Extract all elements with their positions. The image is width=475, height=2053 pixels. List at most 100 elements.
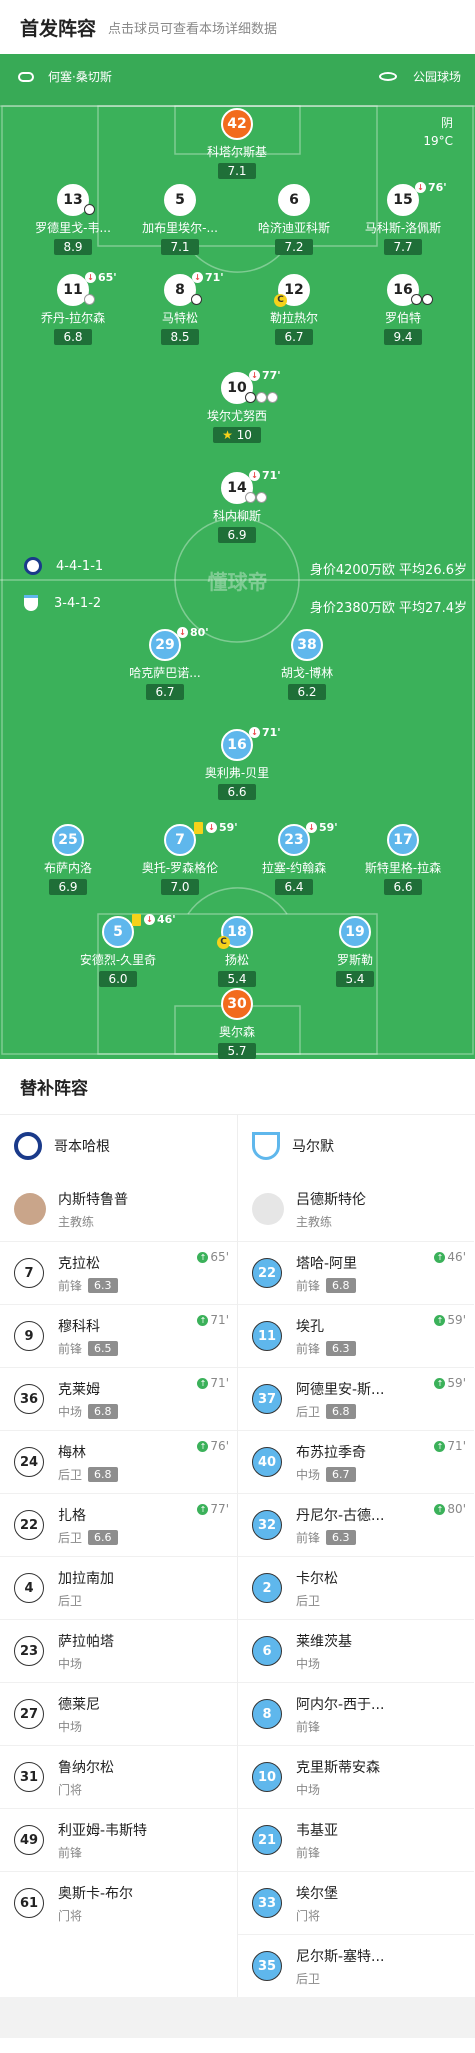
sub-on-badge: ↑ 59' [434, 1313, 466, 1327]
home-player[interactable]: 5 加布里埃尔-... 7.1 [118, 184, 242, 255]
coach-role: 主教练 [296, 1214, 333, 1229]
home-player[interactable]: 14 ↓ 71' 科内柳斯 6.9 [175, 469, 299, 543]
away-team-stats: 身价2380万欧 平均27.4岁 [309, 601, 467, 616]
player-position: 后卫 [58, 1593, 83, 1608]
away-player[interactable]: 5 ↓ 46' 安德烈-久里奇 6.0 [56, 913, 180, 987]
player-name: 阿德里安-斯... [296, 1381, 385, 1398]
home-player[interactable]: 6 哈济迪亚科斯 7.2 [232, 184, 356, 255]
player-position: 前锋 [296, 1719, 321, 1734]
sub-player-row[interactable]: 24 梅林 后卫 6.8 ↑ 76' [0, 1430, 237, 1493]
sub-off-badge: ↓ 80' [177, 626, 209, 639]
player-rating: 6.4 [275, 879, 313, 895]
away-player[interactable]: 25 布萨内洛 6.9 [6, 824, 130, 895]
player-shirt: 30 [221, 988, 253, 1020]
sub-player-row[interactable]: 23 萨拉帕塔 中场 [0, 1619, 237, 1682]
away-player[interactable]: 7 ↓ 59' 奥托-罗森格伦 7.0 [118, 821, 242, 895]
player-number: 8 [252, 1699, 282, 1729]
sub-on-badge: ↑ 71' [197, 1376, 229, 1390]
lineup-header: 首发阵容 点击球员可查看本场详细数据 [0, 0, 475, 54]
player-rating: 8.5 [161, 329, 199, 345]
yellow-card-icon [132, 914, 141, 926]
player-name: 勒拉热尔 [269, 311, 318, 325]
sub-off-icon: ↓ [192, 272, 203, 283]
sub-player-row[interactable]: 37 阿德里安-斯... 后卫 6.8 ↑ 59' [238, 1367, 474, 1430]
player-position: 后卫 [296, 1404, 321, 1419]
player-position: 前锋 [58, 1278, 83, 1293]
home-player[interactable]: 15 ↓ 76' 马科斯-洛佩斯 7.7 [341, 181, 465, 255]
sub-player-row[interactable]: 61 奥斯卡-布尔 门将 [0, 1871, 237, 1934]
player-name: 塔哈-阿里 [296, 1255, 358, 1272]
referee-info: 何塞·桑切斯 [18, 68, 112, 85]
sub-player-row[interactable]: 36 克莱姆 中场 6.8 ↑ 71' [0, 1367, 237, 1430]
sub-player-row[interactable]: 11 埃孔 前锋 6.3 ↑ 59' [238, 1304, 474, 1367]
home-player[interactable]: 11 ↓ 65' 乔丹-拉尔森 6.8 [11, 271, 135, 345]
player-name: 乔丹-拉尔森 [40, 311, 106, 325]
home-player[interactable]: 8 ↓ 71' 马特松 8.5 [118, 271, 242, 345]
sub-off-icon: ↓ [177, 627, 188, 638]
home-player[interactable]: 16 罗伯特 9.4 [341, 274, 465, 345]
goal-icon [191, 294, 202, 305]
sub-player-row[interactable]: 8 阿内尔-西于... 前锋 [238, 1682, 474, 1745]
home-player[interactable]: 12 C 勒拉热尔 6.7 [232, 274, 356, 345]
player-name: 鲁纳尔松 [58, 1759, 114, 1776]
home-team-row[interactable]: 哥本哈根 [0, 1115, 237, 1177]
sub-player-row[interactable]: 31 鲁纳尔松 门将 [0, 1745, 237, 1808]
sub-player-row[interactable]: 32 丹尼尔-古德... 前锋 6.3 ↑ 80' [238, 1493, 474, 1556]
sub-player-row[interactable]: 10 克里斯蒂安森 中场 [238, 1745, 474, 1808]
sub-player-row[interactable]: 4 加拉南加 后卫 [0, 1556, 237, 1619]
coach-name: 内斯特鲁普 [58, 1191, 128, 1208]
copenhagen-logo-icon [14, 1132, 42, 1160]
player-position: 前锋 [296, 1845, 321, 1860]
sub-player-row[interactable]: 27 德莱尼 中场 [0, 1682, 237, 1745]
player-name: 德莱尼 [58, 1696, 100, 1713]
sub-player-row[interactable]: 9 穆科科 前锋 6.5 ↑ 71' [0, 1304, 237, 1367]
sub-off-badge: ↓ 46' [144, 913, 176, 926]
player-rating: 6.8 [54, 329, 92, 345]
sub-player-row[interactable]: 2 卡尔松 后卫 [238, 1556, 474, 1619]
sub-on-badge: ↑ 71' [197, 1313, 229, 1327]
assist-icon [84, 294, 95, 305]
away-player[interactable]: 30 奥尔森 5.7 [175, 988, 299, 1059]
player-position: 前锋 [296, 1530, 321, 1545]
player-rating: 6.5 [88, 1340, 118, 1356]
home-player[interactable]: 13 罗德里戈-韦... 8.9 [11, 184, 135, 255]
player-position: 前锋 [296, 1278, 321, 1293]
away-player[interactable]: 23 ↓ 59' 拉塞-约翰森 6.4 [232, 821, 356, 895]
sub-off-icon: ↓ [249, 727, 260, 738]
home-coach-row[interactable]: 内斯特鲁普 主教练 [0, 1177, 237, 1241]
away-player[interactable]: 16 ↓ 71' 奥利弗-贝里 6.6 [175, 726, 299, 800]
sub-player-row[interactable]: 49 利亚姆-韦斯特 前锋 [0, 1808, 237, 1871]
sub-player-row[interactable]: 7 克拉松 前锋 6.3 ↑ 65' [0, 1241, 237, 1304]
player-shirt: 13 [57, 184, 95, 216]
sub-player-row[interactable]: 6 莱维茨基 中场 [238, 1619, 474, 1682]
player-position: 中场 [296, 1656, 321, 1671]
player-shirt: 25 [52, 824, 84, 856]
away-player[interactable]: 38 胡戈-博林 6.2 [245, 629, 369, 700]
player-number: 10 [252, 1762, 282, 1792]
player-name: 科塔尔斯基 [206, 145, 267, 159]
player-name: 罗斯勒 [336, 953, 373, 967]
away-team-row[interactable]: 马尔默 [238, 1115, 474, 1177]
away-player[interactable]: 17 斯特里格-拉森 6.6 [341, 824, 465, 895]
away-coach-row[interactable]: 吕德斯特伦 主教练 [238, 1177, 474, 1241]
sub-on-badge: ↑ 59' [434, 1376, 466, 1390]
player-position: 中场 [58, 1656, 83, 1671]
sub-player-row[interactable]: 22 塔哈-阿里 前锋 6.8 ↑ 46' [238, 1241, 474, 1304]
player-shirt: 29 ↓ 80' [149, 626, 209, 661]
temperature: 19°C [423, 134, 453, 148]
player-shirt: 5 [164, 184, 196, 216]
home-player[interactable]: 42 科塔尔斯基 7.1 [175, 108, 299, 179]
player-name: 克拉松 [58, 1255, 100, 1272]
sub-player-row[interactable]: 21 韦基亚 前锋 [238, 1808, 474, 1871]
away-player[interactable]: 29 ↓ 80' 哈克萨巴诺... 6.7 [103, 626, 227, 700]
player-name: 布苏拉季奇 [296, 1444, 366, 1461]
away-player[interactable]: 18 C 扬松 5.4 [175, 916, 299, 987]
player-rating: 6.0 [99, 971, 137, 987]
yellow-card-icon [194, 822, 203, 834]
sub-player-row[interactable]: 22 扎格 后卫 6.6 ↑ 77' [0, 1493, 237, 1556]
sub-player-row[interactable]: 40 布苏拉季奇 中场 6.7 ↑ 71' [238, 1430, 474, 1493]
away-player[interactable]: 19 罗斯勒 5.4 [293, 916, 417, 987]
sub-player-row[interactable]: 35 尼尔斯-塞特... 后卫 [238, 1934, 474, 1997]
home-player[interactable]: 10 ↓ 77' 埃尔尤努西 ★ 10 [175, 369, 299, 443]
sub-player-row[interactable]: 33 埃尔堡 门将 [238, 1871, 474, 1934]
